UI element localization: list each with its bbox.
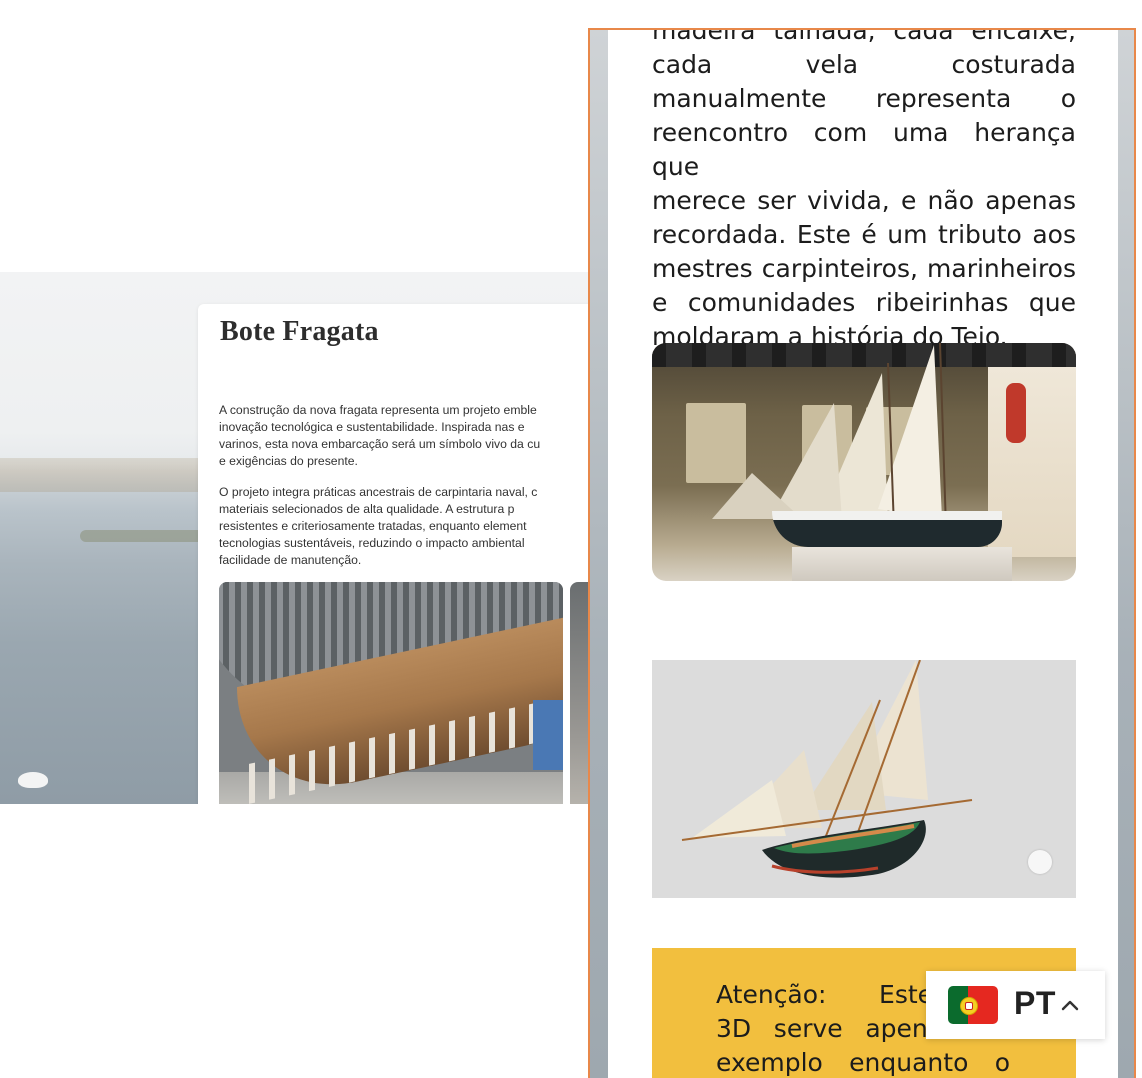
desktop-paragraph-intro: A construção da nova fragata representa …: [219, 402, 599, 470]
text-line: madeira talhada, cada encaixe,: [652, 28, 1076, 45]
text-line: reencontro com uma herança que: [652, 118, 1076, 181]
background-buoy: [18, 772, 48, 788]
language-switcher[interactable]: PT: [926, 971, 1105, 1039]
text-line: materiais selecionados de alta qualidade…: [219, 502, 515, 516]
3d-model-viewer[interactable]: [652, 660, 1076, 898]
boat-3d-model: [681, 660, 973, 878]
text-line: A construção da nova fragata representa …: [219, 403, 537, 417]
photo-model-hull: [772, 511, 1002, 547]
text-line: cada vela costurada: [652, 50, 1076, 79]
text-line: O projeto integra práticas ancestrais de…: [219, 485, 538, 499]
story-paragraph: madeira talhada, cada encaixe, cada vela…: [652, 28, 1076, 354]
text-line: manualmente representa o: [652, 84, 1076, 113]
mobile-content-column: madeira talhada, cada encaixe, cada vela…: [608, 28, 1118, 1078]
text-line: mestres carpinteiros, marinheiros: [652, 254, 1076, 283]
viewer-rotate-handle[interactable]: [1028, 850, 1052, 874]
desktop-page-title: Bote Fragata: [220, 316, 379, 347]
text-line: e comunidades ribeirinhas que: [652, 288, 1076, 317]
text-line: inovação tecnológica e sustentabilidade.…: [219, 420, 525, 434]
text-line: facilidade de manutenção.: [219, 553, 362, 567]
desktop-content-card: Bote Fragata A construção da nova fragat…: [198, 304, 600, 804]
shipyard-hull-photo: [219, 582, 563, 804]
text-line: e exigências do presente.: [219, 454, 358, 468]
text-line: merece ser vivida, e não apenas: [652, 186, 1076, 215]
text-line: resistentes e criteriosamente tratadas, …: [219, 519, 527, 533]
text-line: exemplo enquanto o: [716, 1048, 1010, 1077]
language-code: PT: [1014, 985, 1056, 1021]
museum-model-photo: [652, 343, 1076, 581]
screenshot-stage: Bote Fragata A construção da nova fragat…: [0, 0, 1142, 1078]
text-line: varinos, esta nova embarcação será um sí…: [219, 437, 541, 451]
portugal-flag-icon: [948, 986, 998, 1024]
desktop-page-preview: Bote Fragata A construção da nova fragat…: [0, 272, 600, 804]
photo-tarp: [533, 700, 563, 770]
desktop-paragraph-project: O projeto integra práticas ancestrais de…: [219, 484, 599, 569]
flag-emblem: [960, 997, 978, 1015]
mobile-viewport-frame[interactable]: madeira talhada, cada encaixe, cada vela…: [588, 28, 1136, 1078]
photo-pedestal: [792, 547, 1012, 581]
text-line: tecnologias sustentáveis, reduzindo o im…: [219, 536, 525, 550]
text-line: recordada. Este é um tributo aos: [652, 220, 1076, 249]
chevron-up-icon: [1061, 1000, 1079, 1011]
